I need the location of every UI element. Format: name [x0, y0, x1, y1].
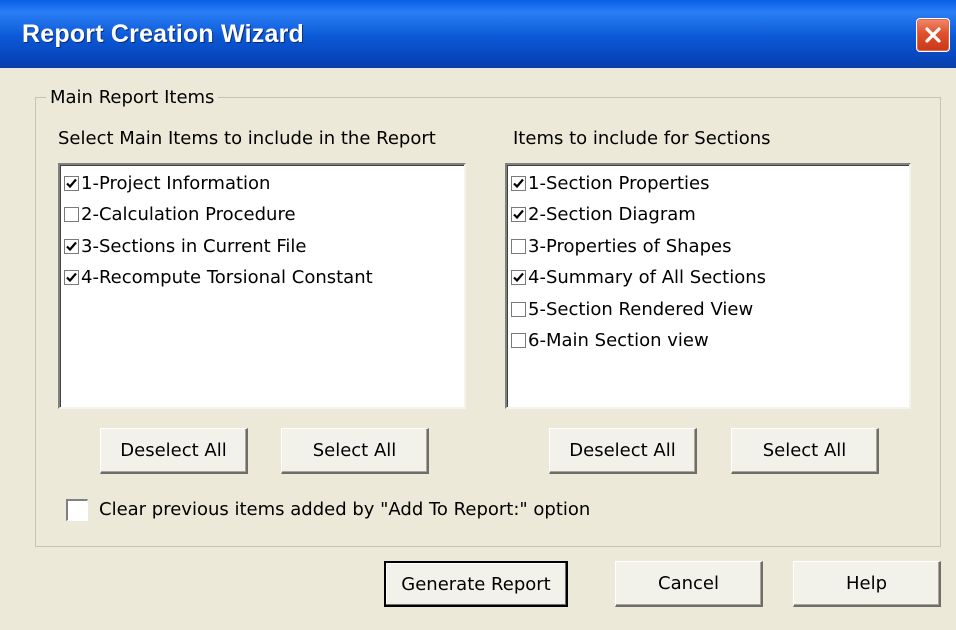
item-checkbox[interactable]: [64, 238, 79, 254]
item-label: 3-Sections in Current File: [81, 235, 307, 257]
item-label: 2-Calculation Procedure: [81, 204, 296, 225]
item-checkbox[interactable]: [511, 207, 526, 222]
item-label: 4-Recompute Torsional Constant: [81, 267, 373, 288]
list-item[interactable]: 2-Calculation Procedure: [64, 201, 296, 229]
item-checkbox[interactable]: [511, 175, 526, 191]
checkmark-icon: [66, 272, 77, 283]
list-item[interactable]: 3-Properties of Shapes: [511, 232, 731, 260]
item-label: 2-Section Diagram: [528, 204, 696, 225]
item-label: 6-Main Section view: [528, 330, 709, 351]
checkmark-icon: [66, 178, 77, 188]
list-item[interactable]: 1-Project Information: [64, 169, 270, 197]
checkmark-icon: [513, 272, 524, 283]
cancel-button[interactable]: Cancel: [615, 561, 763, 607]
group-legend: Main Report Items: [46, 88, 219, 108]
list-item[interactable]: 3-Sections in Current File: [64, 232, 307, 260]
title-bar: Report Creation Wizard: [0, 0, 956, 68]
clear-previous-label: Clear previous items added by "Add To Re…: [99, 499, 591, 520]
item-label: 5-Section Rendered View: [528, 298, 754, 320]
section-deselect-all-button[interactable]: Deselect All: [549, 428, 697, 474]
close-icon: [925, 27, 941, 43]
main-items-label: Select Main Items to include in the Repo…: [58, 128, 436, 149]
item-checkbox[interactable]: [511, 238, 526, 254]
list-item[interactable]: 2-Section Diagram: [511, 201, 696, 229]
item-checkbox[interactable]: [64, 207, 79, 222]
window-title: Report Creation Wizard: [22, 20, 304, 48]
list-item[interactable]: 6-Main Section view: [511, 327, 709, 355]
item-label: 3-Properties of Shapes: [528, 235, 732, 257]
list-item[interactable]: 4-Recompute Torsional Constant: [64, 264, 373, 292]
checkmark-icon: [513, 178, 524, 188]
close-button[interactable]: [916, 18, 950, 52]
item-checkbox[interactable]: [511, 333, 526, 348]
main-items-listbox[interactable]: 1-Project Information 2-Calculation Proce…: [58, 163, 466, 409]
main-deselect-all-button[interactable]: Deselect All: [100, 428, 248, 474]
item-label: 4-Summary of All Sections: [528, 267, 767, 288]
item-checkbox[interactable]: [64, 175, 79, 191]
section-select-all-button[interactable]: Select All: [731, 428, 879, 474]
help-button[interactable]: Help: [793, 561, 941, 607]
list-item[interactable]: 4-Summary of All Sections: [511, 264, 766, 292]
generate-report-button[interactable]: Generate Report: [384, 561, 568, 607]
list-item[interactable]: 5-Section Rendered View: [511, 295, 753, 323]
item-checkbox[interactable]: [511, 270, 526, 285]
checkmark-icon: [513, 209, 524, 220]
checkmark-icon: [66, 241, 77, 251]
section-items-label: Items to include for Sections: [513, 128, 771, 149]
list-item[interactable]: 1-Section Properties: [511, 169, 710, 197]
item-label: 1-Section Properties: [528, 172, 710, 194]
clear-previous-checkbox[interactable]: [66, 499, 88, 521]
item-checkbox[interactable]: [64, 270, 79, 285]
item-label: 1-Project Information: [81, 172, 271, 194]
item-checkbox[interactable]: [511, 301, 526, 317]
section-items-listbox[interactable]: 1-Section Properties 2-Section Diagram 3-P…: [505, 163, 911, 409]
main-select-all-button[interactable]: Select All: [281, 428, 429, 474]
